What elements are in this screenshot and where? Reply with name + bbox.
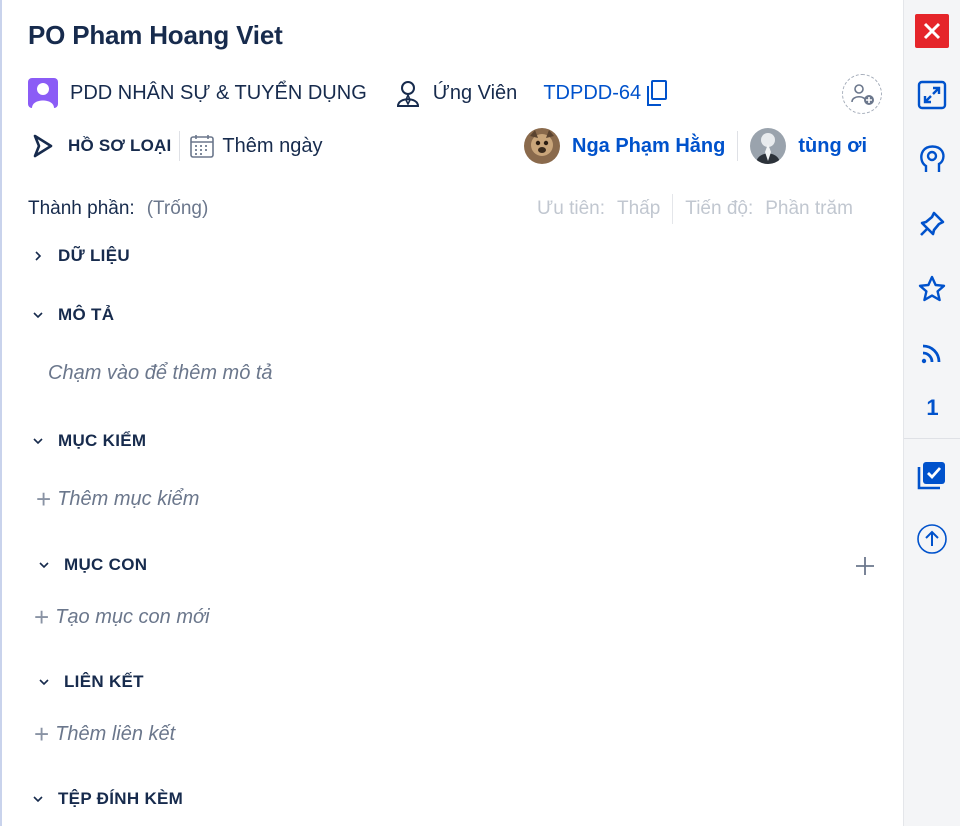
project-avatar-icon <box>28 78 58 108</box>
priority-label: Ưu tiên: <box>537 198 605 219</box>
section-title: DỮ LIỆU <box>58 246 130 265</box>
section-links-toggle[interactable]: LIÊN KẾT <box>36 672 144 692</box>
chevron-right-icon <box>30 248 46 264</box>
component-field[interactable]: Thành phần: (Trống) <box>28 195 208 223</box>
section-data-toggle[interactable]: DỮ LIỆU <box>30 246 130 266</box>
arrow-up-icon[interactable] <box>915 522 949 556</box>
priority-value[interactable]: Thấp <box>617 198 660 220</box>
avatar[interactable] <box>750 128 787 164</box>
chevron-down-icon <box>30 791 46 807</box>
section-subtasks-toggle[interactable]: MỤC CON <box>36 555 147 575</box>
star-icon[interactable] <box>915 272 949 306</box>
component-value[interactable]: (Trống) <box>147 198 209 220</box>
add-checklist-item-button[interactable]: + Thêm mục kiểm <box>36 486 199 512</box>
chevron-down-icon <box>36 557 52 573</box>
issue-type-label[interactable]: Ứng Viên <box>433 82 518 105</box>
section-title: MỤC KIỂM <box>58 431 147 450</box>
project-name[interactable]: PDD NHÂN SỰ & TUYỂN DỤNG <box>70 82 367 105</box>
copy-icon[interactable] <box>645 78 671 108</box>
chevron-down-icon <box>36 674 52 690</box>
section-attachments-toggle[interactable]: TỆP ĐÍNH KÈM <box>30 789 183 809</box>
description-placeholder[interactable]: Chạm vào để thêm mô tả <box>48 362 273 385</box>
section-title: MỤC CON <box>64 555 148 574</box>
section-title: LIÊN KẾT <box>64 672 144 691</box>
add-link-button[interactable]: + Thêm liên kết <box>34 721 175 747</box>
create-subtask-button[interactable]: + Tạo mục con mới <box>34 604 210 630</box>
rss-icon[interactable] <box>915 336 949 370</box>
right-action-rail: 1 <box>903 0 960 826</box>
close-icon[interactable] <box>915 14 949 48</box>
plus-icon: + <box>34 719 50 749</box>
progress-label: Tiến độ: <box>685 198 754 219</box>
calendar-icon[interactable] <box>188 132 216 160</box>
plus-icon: + <box>36 484 52 514</box>
divider <box>904 438 960 439</box>
assignee-name[interactable]: Nga Phạm Hằng <box>572 135 725 158</box>
brain-icon[interactable] <box>915 142 949 176</box>
add-checklist-item-label: Thêm mục kiểm <box>57 487 200 510</box>
add-subtask-plus-icon[interactable] <box>852 553 878 579</box>
divider <box>672 194 674 224</box>
issue-type-icon <box>393 78 423 108</box>
status-play-icon[interactable] <box>28 131 58 161</box>
issue-key-link[interactable]: TDPDD-64 <box>543 82 641 105</box>
reporter-name[interactable]: tùng ơi <box>798 135 867 158</box>
checkbox-icon[interactable] <box>915 458 949 492</box>
component-label: Thành phần: <box>28 198 135 219</box>
create-subtask-label: Tạo mục con mới <box>55 605 210 628</box>
chevron-down-icon <box>30 307 46 323</box>
plus-icon: + <box>34 602 50 632</box>
issue-detail-panel: PO Pham Hoang Viet PDD NHÂN SỰ & TUYỂN D… <box>0 0 903 826</box>
progress-value[interactable]: Phần trăm <box>765 198 853 220</box>
chevron-down-icon <box>30 433 46 449</box>
section-title: TỆP ĐÍNH KÈM <box>58 789 184 808</box>
issue-title[interactable]: PO Pham Hoang Viet <box>28 20 283 51</box>
add-link-label: Thêm liên kết <box>55 722 176 745</box>
divider <box>179 131 181 161</box>
priority-progress-fields: Ưu tiên: Thấp Tiến độ: Phần trăm <box>537 194 853 224</box>
section-description-toggle[interactable]: MÔ TẢ <box>30 305 114 325</box>
pin-icon[interactable] <box>915 207 949 241</box>
section-title: MÔ TẢ <box>58 305 115 324</box>
divider <box>737 131 739 161</box>
status-label[interactable]: HỒ SƠ LOẠI <box>68 136 171 156</box>
watch-count: 1 <box>926 395 939 420</box>
add-watcher-button[interactable] <box>842 74 882 114</box>
expand-icon[interactable] <box>915 78 949 112</box>
section-checklist-toggle[interactable]: MỤC KIỂM <box>30 431 146 451</box>
avatar[interactable] <box>524 128 560 164</box>
people-group: Nga Phạm Hằng tùng ơi <box>524 127 867 165</box>
due-date-button[interactable]: Thêm ngày <box>222 135 322 158</box>
issue-meta-row: PDD NHÂN SỰ & TUYỂN DỤNG Ứng Viên TDPDD-… <box>28 76 888 110</box>
